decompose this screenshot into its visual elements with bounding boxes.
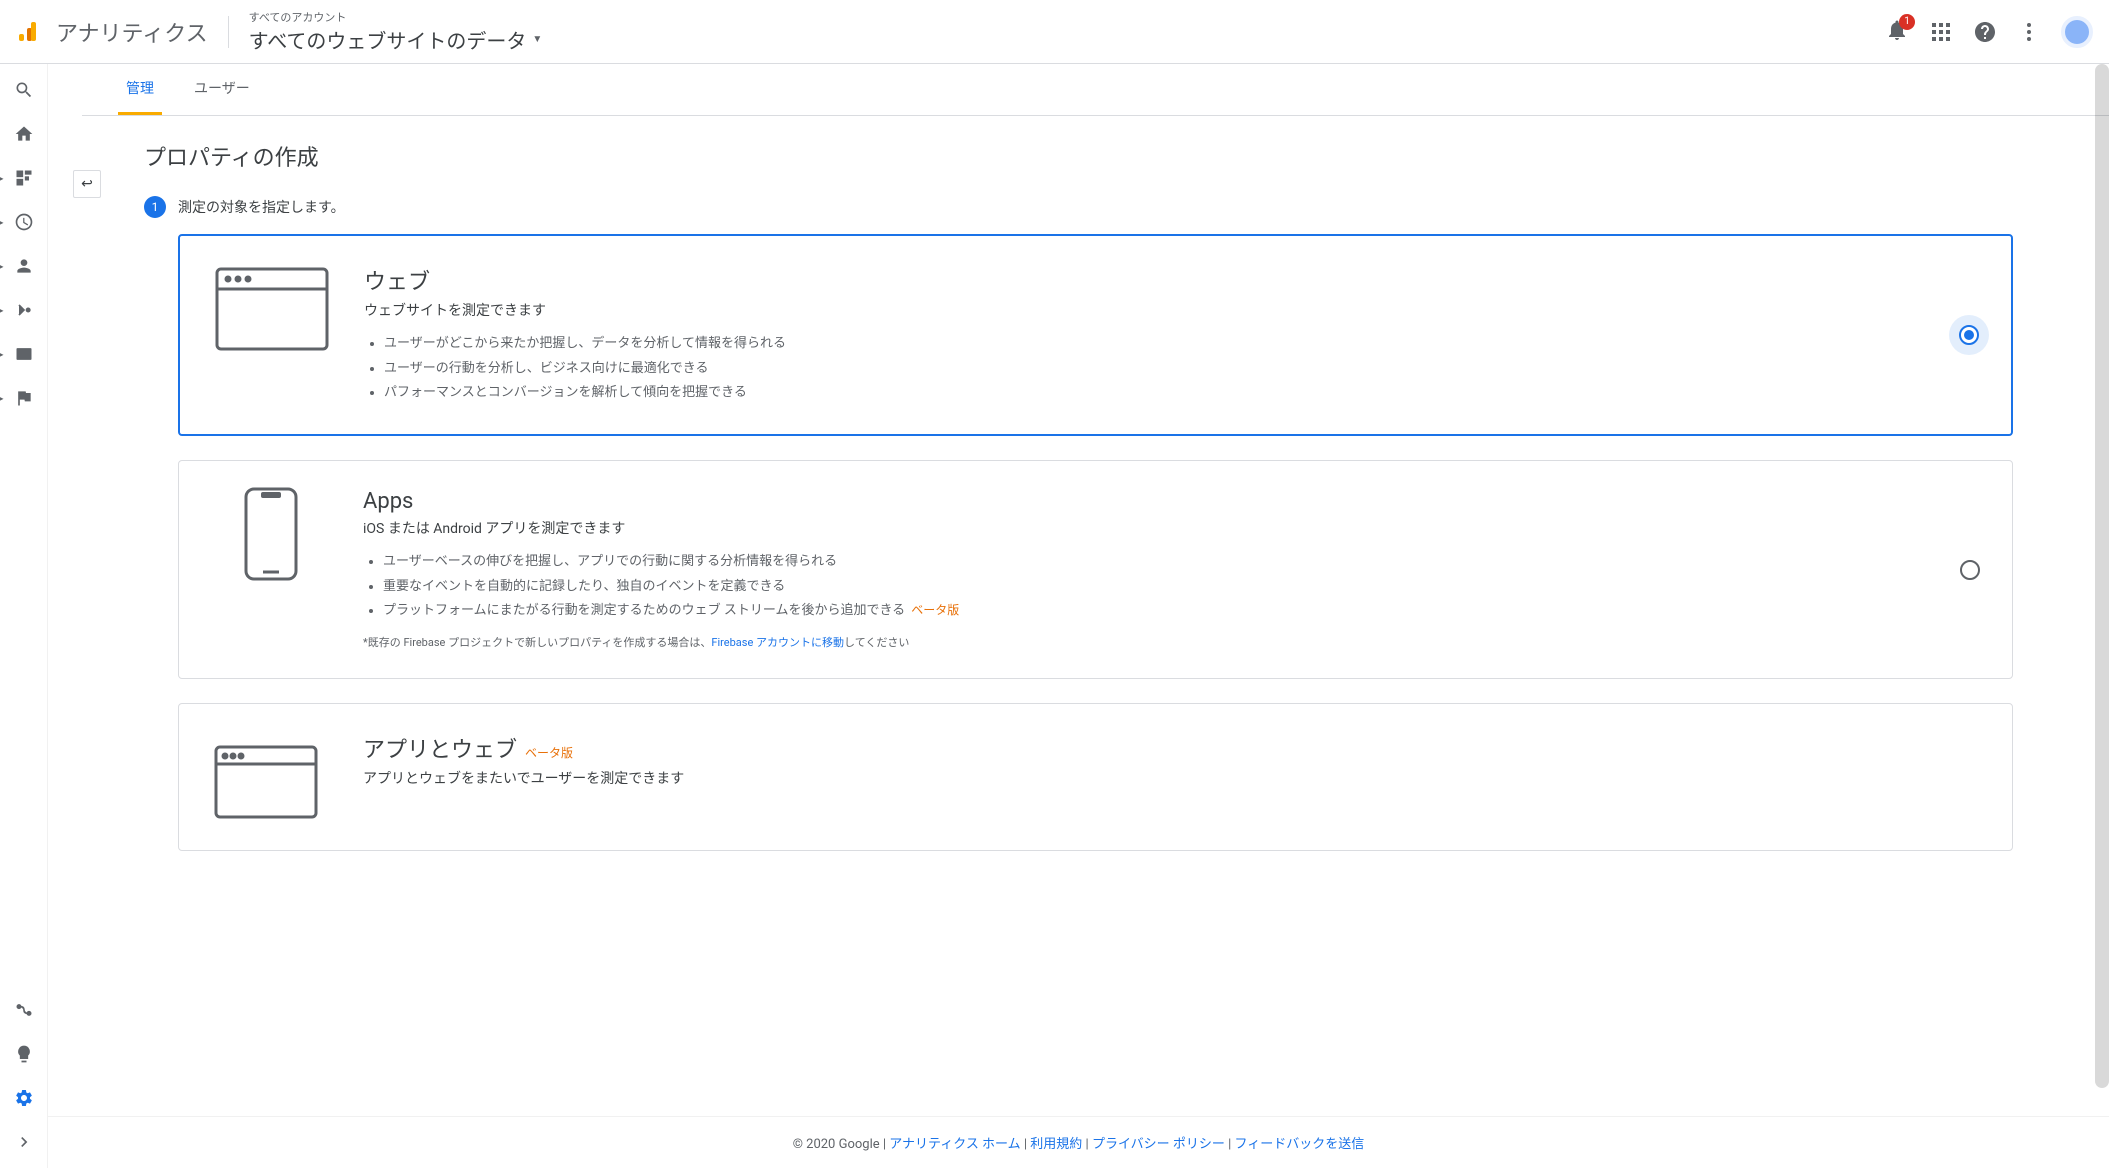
step-number-badge: 1 [144, 196, 166, 218]
help-icon[interactable] [1973, 20, 1997, 44]
chevron-down-icon: ▼ [532, 34, 542, 45]
nav-realtime[interactable]: ▸ [14, 212, 34, 232]
clock-icon [14, 212, 34, 232]
caret-icon: ▸ [0, 306, 4, 315]
footer: © 2020 Google | アナリティクス ホーム | 利用規約 | プライ… [48, 1116, 2109, 1168]
analytics-logo-icon [16, 20, 40, 44]
web-window-icon [212, 264, 332, 354]
beta-label: ベータ版 [911, 603, 959, 617]
notifications-button[interactable]: 1 [1885, 18, 1909, 46]
search-icon [14, 80, 34, 100]
app-title: アナリティクス [56, 16, 208, 48]
card-apps-note: *既存の Firebase プロジェクトで新しいプロパティを作成する場合は、Fi… [363, 634, 1928, 650]
back-button[interactable]: ↩ [73, 170, 101, 198]
card-apps[interactable]: Apps iOS または Android アプリを測定できます ユーザーベースの… [178, 460, 2013, 679]
caret-icon: ▸ [0, 218, 4, 227]
beta-badge: ベータ版 [525, 746, 573, 760]
lightbulb-icon [14, 1044, 34, 1064]
card-web[interactable]: ウェブ ウェブサイトを測定できます ユーザーがどこから来たか把握し、データを分析… [178, 234, 2013, 436]
card-apps-bullet: プラットフォームにまたがる行動を測定するためのウェブ ストリームを後から追加でき… [383, 599, 1928, 624]
footer-link-privacy[interactable]: プライバシー ポリシー [1092, 1137, 1225, 1152]
nav-customization[interactable]: ▸ [14, 168, 34, 188]
app-header: アナリティクス すべてのアカウント すべてのウェブサイトのデータ ▼ 1 [0, 0, 2109, 64]
card-web-bullet: ユーザーがどこから来たか把握し、データを分析して情報を得られる [384, 332, 1927, 357]
account-sub-label: すべてのアカウント [249, 9, 543, 25]
card-web-bullet: ユーザーの行動を分析し、ビジネス向けに最適化できる [384, 357, 1927, 382]
content: プロパティの作成 1 測定の対象を指定します。 ウェブ ウェブサイトを測定できま… [48, 116, 2109, 875]
behavior-icon [14, 344, 34, 364]
person-icon [14, 256, 34, 276]
apps-grid-icon[interactable] [1929, 20, 1953, 44]
footer-link-home[interactable]: アナリティクス ホーム [889, 1137, 1020, 1152]
footer-copyright: © 2020 Google [793, 1137, 880, 1152]
account-main-text: すべてのウェブサイトのデータ [249, 25, 527, 54]
caret-icon: ▸ [0, 262, 4, 271]
admin-tabs: 管理 ユーザー [82, 64, 2109, 116]
header-actions: 1 [1885, 16, 2093, 48]
nav-behavior[interactable]: ▸ [14, 344, 34, 364]
nav-admin[interactable] [14, 1088, 34, 1108]
card-app-web[interactable]: アプリとウェブベータ版 アプリとウェブをまたいでユーザーを測定できます [178, 703, 2013, 851]
main-area: 管理 ユーザー ↩ プロパティの作成 1 測定の対象を指定します。 [48, 64, 2109, 1168]
nav-collapse[interactable] [14, 1132, 34, 1152]
note-suffix: してください [844, 636, 909, 649]
nav-conversions[interactable]: ▸ [14, 388, 34, 408]
card-web-subtitle: ウェブサイトを測定できます [364, 300, 1927, 320]
caret-icon: ▸ [0, 174, 4, 183]
card-apps-bullet-text: プラットフォームにまたがる行動を測定するためのウェブ ストリームを後から追加でき… [383, 603, 905, 618]
step-indicator: 1 測定の対象を指定します。 [144, 196, 2013, 218]
nav-discover[interactable] [14, 1044, 34, 1064]
logo-block: アナリティクス [16, 16, 208, 48]
flag-icon [14, 388, 34, 408]
caret-icon: ▸ [0, 350, 4, 359]
dashboard-icon [14, 168, 34, 188]
card-appweb-title: アプリとウェブベータ版 [363, 732, 1980, 764]
left-nav-rail: ▸ ▸ ▸ ▸ ▸ ▸ [0, 64, 48, 1168]
card-apps-bullet: ユーザーベースの伸びを把握し、アプリでの行動に関する分析情報を得られる [383, 550, 1928, 575]
user-avatar[interactable] [2061, 16, 2093, 48]
nav-home[interactable] [14, 124, 34, 144]
card-apps-subtitle: iOS または Android アプリを測定できます [363, 518, 1928, 538]
nav-attribution[interactable] [14, 1000, 34, 1020]
phone-icon [211, 489, 331, 579]
caret-icon: ▸ [0, 394, 4, 403]
card-appweb-title-text: アプリとウェブ [363, 738, 517, 763]
note-prefix: *既存の Firebase プロジェクトで新しいプロパティを作成する場合は、 [363, 636, 711, 649]
acquisition-icon [14, 300, 34, 320]
tab-admin[interactable]: 管理 [118, 64, 162, 115]
radio-web[interactable] [1959, 325, 1979, 345]
nav-acquisition[interactable]: ▸ [14, 300, 34, 320]
header-divider [228, 16, 229, 48]
card-apps-bullet: 重要なイベントを自動的に記録したり、独自のイベントを定義できる [383, 575, 1928, 600]
nav-audience[interactable]: ▸ [14, 256, 34, 276]
nav-search[interactable] [14, 80, 34, 100]
more-vert-icon[interactable] [2017, 20, 2041, 44]
home-icon [14, 124, 34, 144]
step-label: 測定の対象を指定します。 [178, 197, 345, 217]
account-main-label: すべてのウェブサイトのデータ ▼ [249, 25, 543, 54]
attribution-icon [14, 1000, 34, 1020]
footer-link-feedback[interactable]: フィードバックを送信 [1235, 1137, 1365, 1152]
account-selector[interactable]: すべてのアカウント すべてのウェブサイトのデータ ▼ [249, 9, 543, 54]
card-web-bullet: パフォーマンスとコンバージョンを解析して傾向を把握できる [384, 381, 1927, 406]
page-title: プロパティの作成 [144, 140, 2013, 172]
chevron-right-icon [14, 1132, 34, 1152]
card-web-title: ウェブ [364, 264, 1927, 296]
firebase-link[interactable]: Firebase アカウントに移動 [711, 636, 844, 649]
radio-apps[interactable] [1960, 560, 1980, 580]
notification-badge: 1 [1899, 14, 1915, 30]
property-type-cards: ウェブ ウェブサイトを測定できます ユーザーがどこから来たか把握し、データを分析… [178, 234, 2013, 851]
card-appweb-subtitle: アプリとウェブをまたいでユーザーを測定できます [363, 768, 1980, 788]
gear-icon [14, 1088, 34, 1108]
tab-user[interactable]: ユーザー [186, 64, 258, 115]
footer-link-terms[interactable]: 利用規約 [1030, 1137, 1082, 1152]
card-apps-title: Apps [363, 489, 1928, 514]
app-web-combo-icon [211, 732, 331, 822]
